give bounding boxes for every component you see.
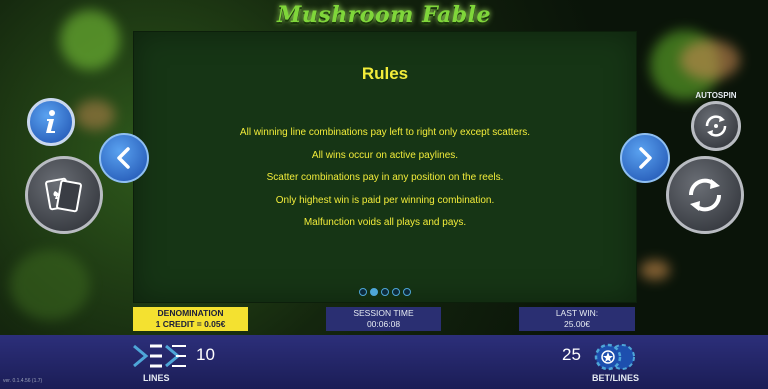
bottom-bar xyxy=(0,335,768,389)
autospin-label: AUTOSPIN xyxy=(695,91,737,100)
previous-page-button[interactable] xyxy=(99,133,149,183)
session-time-value: 00:06:08 xyxy=(366,319,401,329)
denomination-label: DENOMINATION xyxy=(157,308,224,318)
rule-line: All wins occur on active paylines. xyxy=(311,149,459,161)
bet-chips-icon[interactable] xyxy=(594,343,638,371)
paytable-button[interactable] xyxy=(25,156,103,234)
denomination-box[interactable]: DENOMINATION 1 CREDIT = 0.05€ xyxy=(133,307,248,331)
session-time-label: SESSION TIME xyxy=(353,308,414,318)
mushroom-decoration xyxy=(75,100,115,130)
last-win-box: LAST WIN: 25.00€ xyxy=(519,307,635,331)
autospin-icon xyxy=(705,115,727,137)
page-dot-2[interactable] xyxy=(370,288,378,296)
playing-cards-icon xyxy=(45,177,82,213)
bet-lines-label: BET/LINES xyxy=(592,373,640,383)
info-icon xyxy=(46,110,55,133)
spin-arrows-icon xyxy=(688,178,722,212)
mushroom-decoration xyxy=(640,260,670,280)
version-text: ver. 0.1.4.56 (1.7) xyxy=(3,378,43,384)
page-dot-1[interactable] xyxy=(359,288,367,296)
next-page-button[interactable] xyxy=(620,133,670,183)
rules-title: Rules xyxy=(361,64,409,83)
spin-button[interactable] xyxy=(666,156,744,234)
chevron-left-icon xyxy=(117,147,130,169)
autospin-button[interactable] xyxy=(691,101,741,151)
page-dot-4[interactable] xyxy=(392,288,400,296)
page-indicator xyxy=(134,288,636,296)
rules-panel: Rules All winning line combinations pay … xyxy=(133,31,637,303)
denomination-value: 1 CREDIT = 0.05€ xyxy=(155,319,226,329)
rule-line: Malfunction voids all plays and pays. xyxy=(303,217,467,228)
session-time-box: SESSION TIME 00:06:08 xyxy=(326,307,441,331)
rule-line: Scatter combinations pay in any position… xyxy=(266,172,504,183)
mushroom-decoration xyxy=(680,40,740,80)
lines-icon[interactable] xyxy=(132,342,188,370)
bet-value: 25 xyxy=(562,345,581,364)
page-dot-3[interactable] xyxy=(381,288,389,296)
rule-line: All winning line combinations pay left t… xyxy=(239,127,531,138)
rule-line: Only highest win is paid per winning com… xyxy=(275,194,495,206)
chevron-right-icon xyxy=(639,147,652,169)
game-logo: Mushroom Fable xyxy=(276,2,491,28)
background-glow xyxy=(10,250,90,320)
lines-value: 10 xyxy=(196,345,215,364)
last-win-label: LAST WIN: xyxy=(555,308,599,318)
page-dot-5[interactable] xyxy=(403,288,411,296)
lines-label: LINES xyxy=(143,373,170,383)
rules-list: All winning line combinations pay left t… xyxy=(134,122,636,235)
last-win-value: 25.00€ xyxy=(564,319,590,329)
info-button[interactable] xyxy=(27,98,75,146)
